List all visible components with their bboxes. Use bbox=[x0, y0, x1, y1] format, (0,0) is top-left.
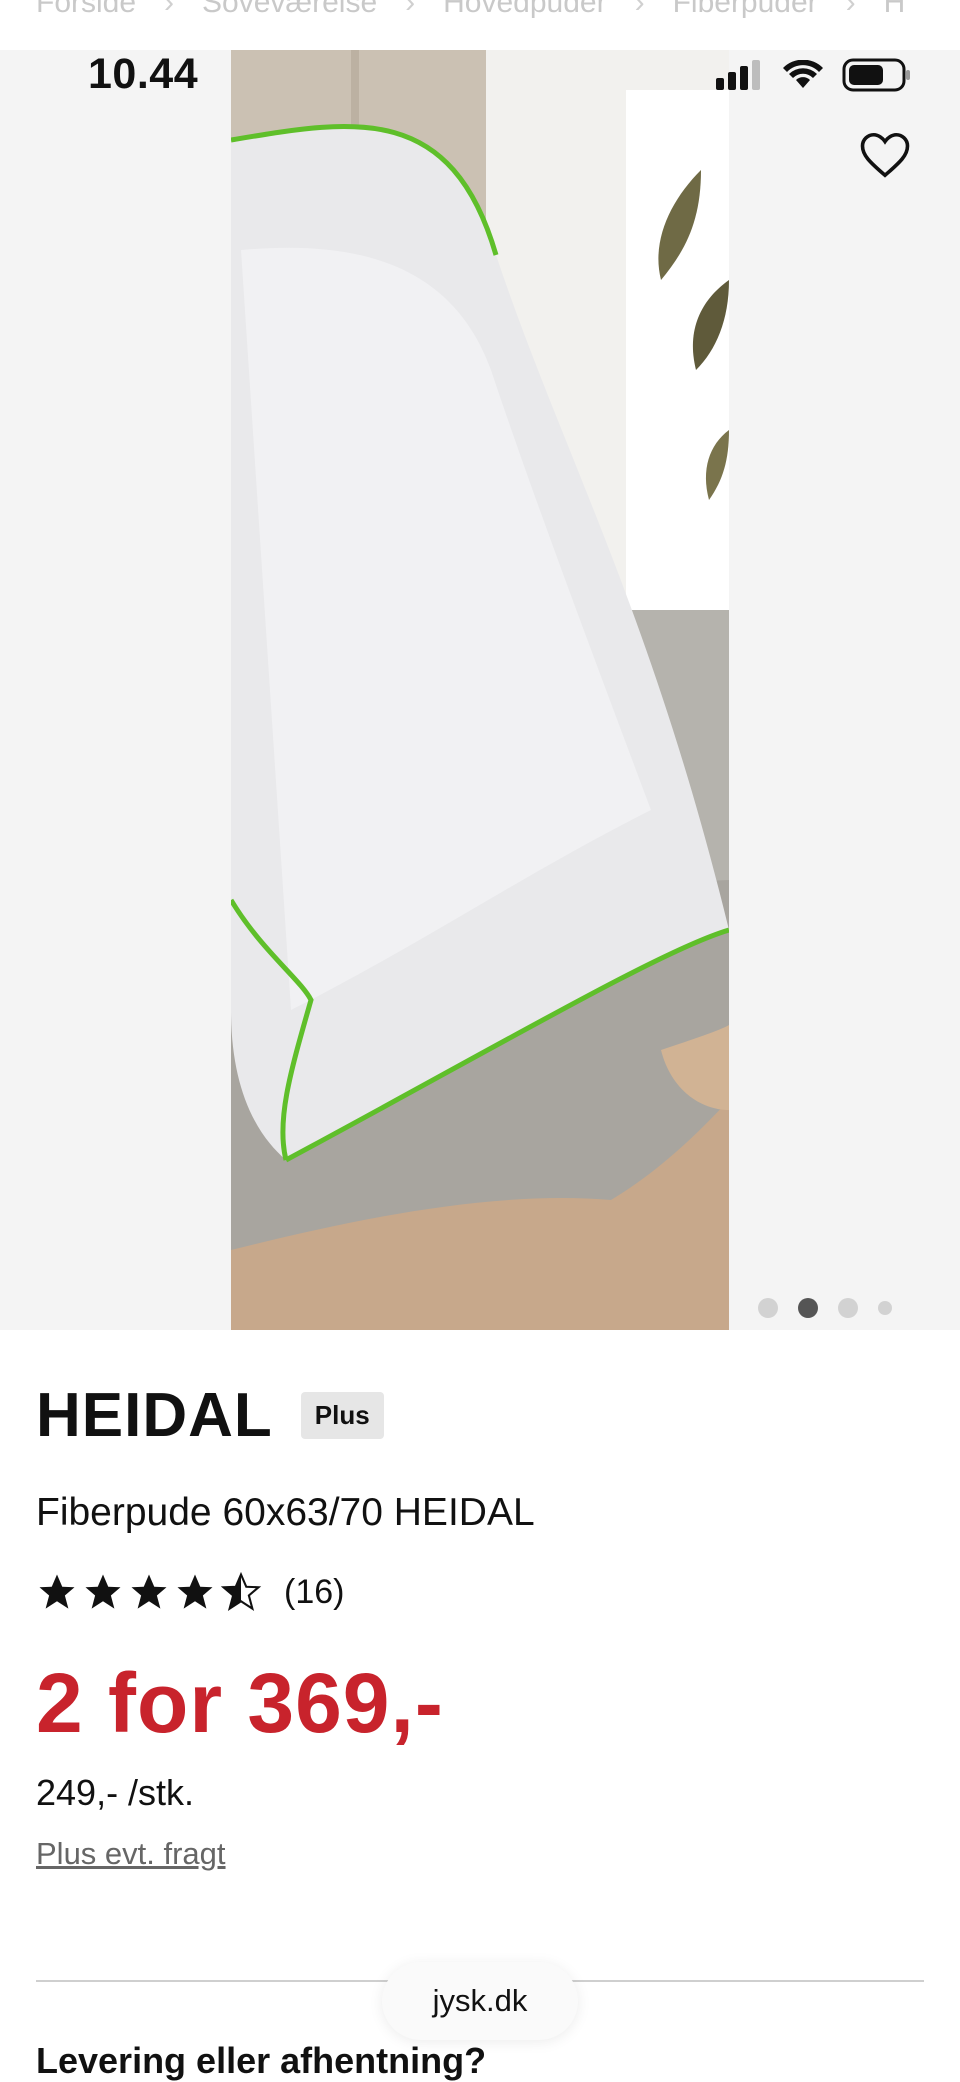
product-image-gallery[interactable] bbox=[0, 50, 960, 1330]
chevron-right-icon: › bbox=[164, 0, 175, 19]
url-text: jysk.dk bbox=[432, 1983, 528, 2018]
chevron-right-icon: › bbox=[634, 0, 645, 19]
breadcrumb-item[interactable]: Fiberpuder bbox=[673, 0, 818, 22]
star-rating bbox=[36, 1571, 262, 1613]
half-star-icon bbox=[220, 1571, 262, 1611]
review-count[interactable]: (16) bbox=[284, 1573, 344, 1612]
product-brand: HEIDAL bbox=[36, 1381, 273, 1450]
chevron-right-icon: › bbox=[405, 0, 416, 19]
star-icon bbox=[177, 1574, 213, 1609]
product-photo bbox=[231, 50, 729, 1330]
star-icon bbox=[85, 1574, 121, 1609]
gallery-dot[interactable] bbox=[878, 1301, 892, 1315]
wifi-icon bbox=[783, 60, 823, 88]
chevron-right-icon: › bbox=[845, 0, 856, 19]
status-bar: 10.44 bbox=[0, 50, 960, 110]
delivery-heading: Levering eller afhentning? bbox=[36, 2040, 487, 2081]
gallery-dot[interactable] bbox=[758, 1298, 778, 1318]
star-icon bbox=[131, 1574, 167, 1609]
plus-badge: Plus bbox=[300, 1392, 384, 1439]
battery-icon bbox=[842, 58, 910, 92]
product-name: Fiberpude 60x63/70 HEIDAL bbox=[36, 1491, 535, 1534]
rating[interactable]: (16) bbox=[36, 1571, 924, 1613]
gallery-dot[interactable] bbox=[838, 1298, 858, 1318]
heart-icon[interactable] bbox=[858, 128, 912, 182]
status-time: 10.44 bbox=[88, 50, 199, 98]
breadcrumb: Forside › Soveværelse › Hovedpuder › Fib… bbox=[36, 0, 960, 22]
product-info: HEIDAL Plus Fiberpude 60x63/70 HEIDAL (1… bbox=[36, 1380, 924, 1872]
gallery-pagination[interactable] bbox=[758, 1298, 892, 1318]
cellular-signal-icon bbox=[716, 60, 760, 90]
browser-url-pill[interactable]: jysk.dk bbox=[382, 1962, 578, 2040]
breadcrumb-item[interactable]: H bbox=[884, 0, 906, 22]
unit-price: 249,- /stk. bbox=[36, 1772, 195, 1813]
price: 2 for 369,- bbox=[36, 1656, 444, 1750]
freight-link[interactable]: Plus evt. fragt bbox=[36, 1836, 924, 1872]
gallery-dot-active[interactable] bbox=[798, 1298, 818, 1318]
breadcrumb-item[interactable]: Forside bbox=[36, 0, 136, 22]
breadcrumb-item[interactable]: Hovedpuder bbox=[443, 0, 606, 22]
breadcrumb-item[interactable]: Soveværelse bbox=[202, 0, 377, 22]
star-icon bbox=[39, 1574, 75, 1609]
